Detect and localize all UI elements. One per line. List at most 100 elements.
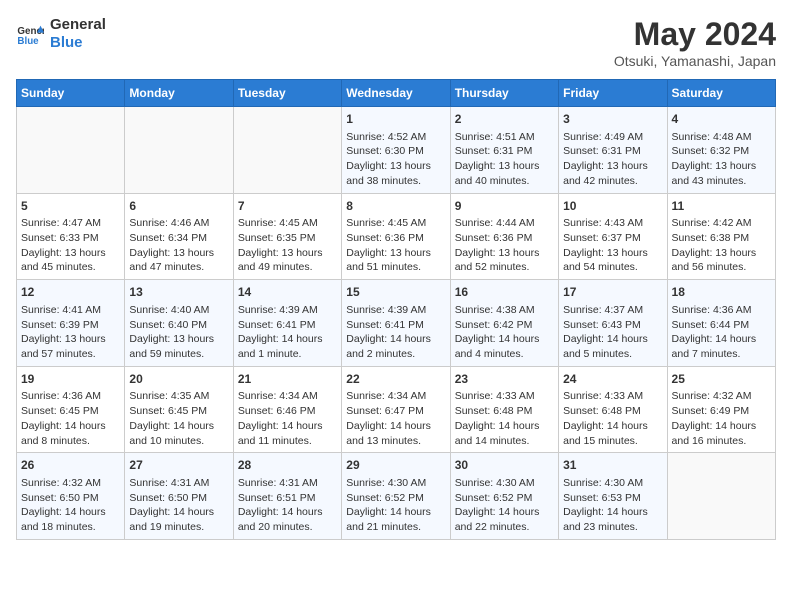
daylight-text: Daylight: 14 hours and 11 minutes. [238, 420, 323, 447]
day-number: 8 [346, 198, 445, 215]
day-number: 7 [238, 198, 337, 215]
calendar-week-1: 1 Sunrise: 4:52 AM Sunset: 6:30 PM Dayli… [17, 107, 776, 194]
sunrise-text: Sunrise: 4:30 AM [455, 477, 535, 489]
sunrise-text: Sunrise: 4:37 AM [563, 304, 643, 316]
calendar-cell: 8 Sunrise: 4:45 AM Sunset: 6:36 PM Dayli… [342, 193, 450, 280]
calendar-cell: 27 Sunrise: 4:31 AM Sunset: 6:50 PM Dayl… [125, 453, 233, 540]
sunset-text: Sunset: 6:53 PM [563, 492, 641, 504]
daylight-text: Daylight: 13 hours and 43 minutes. [672, 160, 757, 187]
calendar-cell: 16 Sunrise: 4:38 AM Sunset: 6:42 PM Dayl… [450, 280, 558, 367]
sunrise-text: Sunrise: 4:39 AM [238, 304, 318, 316]
day-number: 21 [238, 371, 337, 388]
calendar-cell: 6 Sunrise: 4:46 AM Sunset: 6:34 PM Dayli… [125, 193, 233, 280]
day-number: 29 [346, 457, 445, 474]
daylight-text: Daylight: 14 hours and 20 minutes. [238, 506, 323, 533]
location-title: Otsuki, Yamanashi, Japan [614, 53, 776, 69]
title-block: May 2024 Otsuki, Yamanashi, Japan [614, 16, 776, 69]
daylight-text: Daylight: 14 hours and 23 minutes. [563, 506, 648, 533]
day-number: 4 [672, 111, 771, 128]
day-header-monday: Monday [125, 80, 233, 107]
day-number: 23 [455, 371, 554, 388]
calendar-cell: 1 Sunrise: 4:52 AM Sunset: 6:30 PM Dayli… [342, 107, 450, 194]
calendar-cell: 15 Sunrise: 4:39 AM Sunset: 6:41 PM Dayl… [342, 280, 450, 367]
calendar-cell [233, 107, 341, 194]
day-header-friday: Friday [559, 80, 667, 107]
daylight-text: Daylight: 13 hours and 57 minutes. [21, 333, 106, 360]
daylight-text: Daylight: 14 hours and 10 minutes. [129, 420, 214, 447]
sunset-text: Sunset: 6:45 PM [21, 405, 99, 417]
sunrise-text: Sunrise: 4:42 AM [672, 217, 752, 229]
day-number: 27 [129, 457, 228, 474]
calendar-cell: 7 Sunrise: 4:45 AM Sunset: 6:35 PM Dayli… [233, 193, 341, 280]
calendar-cell: 28 Sunrise: 4:31 AM Sunset: 6:51 PM Dayl… [233, 453, 341, 540]
day-number: 17 [563, 284, 662, 301]
daylight-text: Daylight: 13 hours and 47 minutes. [129, 247, 214, 274]
daylight-text: Daylight: 13 hours and 40 minutes. [455, 160, 540, 187]
sunrise-text: Sunrise: 4:35 AM [129, 390, 209, 402]
sunset-text: Sunset: 6:50 PM [21, 492, 99, 504]
sunrise-text: Sunrise: 4:41 AM [21, 304, 101, 316]
day-number: 9 [455, 198, 554, 215]
sunset-text: Sunset: 6:43 PM [563, 319, 641, 331]
calendar-week-2: 5 Sunrise: 4:47 AM Sunset: 6:33 PM Dayli… [17, 193, 776, 280]
day-number: 1 [346, 111, 445, 128]
daylight-text: Daylight: 13 hours and 54 minutes. [563, 247, 648, 274]
sunset-text: Sunset: 6:30 PM [346, 145, 424, 157]
day-number: 31 [563, 457, 662, 474]
calendar-cell: 22 Sunrise: 4:34 AM Sunset: 6:47 PM Dayl… [342, 366, 450, 453]
calendar-body: 1 Sunrise: 4:52 AM Sunset: 6:30 PM Dayli… [17, 107, 776, 540]
day-number: 6 [129, 198, 228, 215]
day-header-wednesday: Wednesday [342, 80, 450, 107]
sunrise-text: Sunrise: 4:31 AM [129, 477, 209, 489]
calendar-cell: 4 Sunrise: 4:48 AM Sunset: 6:32 PM Dayli… [667, 107, 775, 194]
day-number: 10 [563, 198, 662, 215]
sunset-text: Sunset: 6:36 PM [346, 232, 424, 244]
calendar-week-3: 12 Sunrise: 4:41 AM Sunset: 6:39 PM Dayl… [17, 280, 776, 367]
sunrise-text: Sunrise: 4:34 AM [346, 390, 426, 402]
daylight-text: Daylight: 13 hours and 42 minutes. [563, 160, 648, 187]
day-number: 18 [672, 284, 771, 301]
calendar-cell [17, 107, 125, 194]
sunset-text: Sunset: 6:48 PM [455, 405, 533, 417]
day-number: 13 [129, 284, 228, 301]
sunrise-text: Sunrise: 4:39 AM [346, 304, 426, 316]
calendar-table: SundayMondayTuesdayWednesdayThursdayFrid… [16, 79, 776, 540]
sunset-text: Sunset: 6:41 PM [238, 319, 316, 331]
sunset-text: Sunset: 6:36 PM [455, 232, 533, 244]
sunrise-text: Sunrise: 4:30 AM [346, 477, 426, 489]
sunset-text: Sunset: 6:50 PM [129, 492, 207, 504]
sunset-text: Sunset: 6:52 PM [346, 492, 424, 504]
logo-general: General [50, 16, 106, 34]
sunrise-text: Sunrise: 4:52 AM [346, 131, 426, 143]
sunrise-text: Sunrise: 4:45 AM [346, 217, 426, 229]
sunrise-text: Sunrise: 4:33 AM [563, 390, 643, 402]
calendar-week-5: 26 Sunrise: 4:32 AM Sunset: 6:50 PM Dayl… [17, 453, 776, 540]
daylight-text: Daylight: 13 hours and 59 minutes. [129, 333, 214, 360]
day-number: 19 [21, 371, 120, 388]
sunset-text: Sunset: 6:52 PM [455, 492, 533, 504]
day-number: 24 [563, 371, 662, 388]
sunrise-text: Sunrise: 4:46 AM [129, 217, 209, 229]
day-number: 16 [455, 284, 554, 301]
sunrise-text: Sunrise: 4:44 AM [455, 217, 535, 229]
sunrise-text: Sunrise: 4:31 AM [238, 477, 318, 489]
day-number: 14 [238, 284, 337, 301]
daylight-text: Daylight: 14 hours and 4 minutes. [455, 333, 540, 360]
daylight-text: Daylight: 14 hours and 15 minutes. [563, 420, 648, 447]
day-number: 30 [455, 457, 554, 474]
calendar-cell: 24 Sunrise: 4:33 AM Sunset: 6:48 PM Dayl… [559, 366, 667, 453]
day-number: 2 [455, 111, 554, 128]
day-number: 25 [672, 371, 771, 388]
logo-blue: Blue [50, 34, 106, 52]
daylight-text: Daylight: 14 hours and 8 minutes. [21, 420, 106, 447]
calendar-cell: 25 Sunrise: 4:32 AM Sunset: 6:49 PM Dayl… [667, 366, 775, 453]
logo: General Blue General Blue [16, 16, 106, 52]
calendar-cell: 19 Sunrise: 4:36 AM Sunset: 6:45 PM Dayl… [17, 366, 125, 453]
calendar-cell: 23 Sunrise: 4:33 AM Sunset: 6:48 PM Dayl… [450, 366, 558, 453]
day-number: 28 [238, 457, 337, 474]
sunset-text: Sunset: 6:45 PM [129, 405, 207, 417]
sunrise-text: Sunrise: 4:34 AM [238, 390, 318, 402]
sunset-text: Sunset: 6:40 PM [129, 319, 207, 331]
sunrise-text: Sunrise: 4:43 AM [563, 217, 643, 229]
sunset-text: Sunset: 6:35 PM [238, 232, 316, 244]
